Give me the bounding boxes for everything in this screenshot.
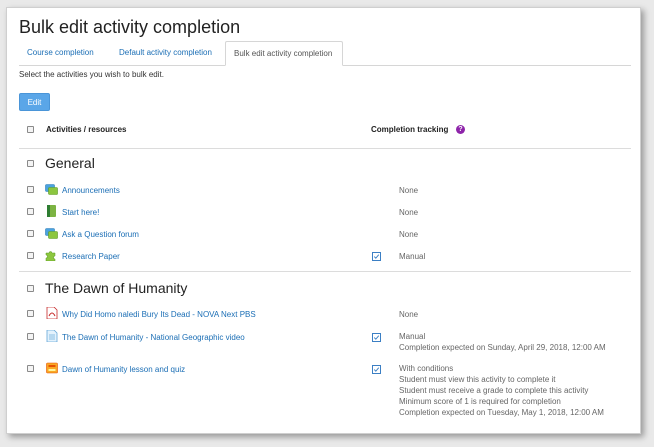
completion-condition-line: Student must receive a grade to complete… — [399, 386, 589, 395]
completion-expected-line: Completion expected on Tuesday, May 1, 2… — [399, 408, 604, 417]
tab-bar: Course completion Default activity compl… — [19, 41, 631, 66]
app-window: Bulk edit activity completion Course com… — [6, 7, 641, 434]
instructions-text: Select the activities you wish to bulk e… — [19, 70, 164, 79]
page-title: Bulk edit activity completion — [19, 17, 241, 37]
activity-checkbox[interactable] — [27, 208, 34, 215]
forum-icon — [45, 184, 58, 195]
edit-button[interactable]: Edit — [19, 93, 50, 111]
completion-status: Manual — [399, 252, 426, 261]
section-checkbox-general[interactable] — [27, 160, 34, 167]
section-divider — [19, 271, 631, 272]
section-checkbox-dawn-of-humanity[interactable] — [27, 285, 34, 292]
activity-link-research-paper[interactable]: Research Paper — [62, 252, 120, 261]
activity-checkbox[interactable] — [27, 333, 34, 340]
conditional-completion-check-icon — [372, 365, 381, 374]
activity-link-lesson-and-quiz[interactable]: Dawn of Humanity lesson and quiz — [62, 365, 185, 374]
activity-checkbox[interactable] — [27, 365, 34, 372]
completion-status: Manual Completion expected on Sunday, Ap… — [399, 331, 606, 353]
section-title-dawn-of-humanity: The Dawn of Humanity — [45, 280, 188, 296]
completion-condition-line: Minimum score of 1 is required for compl… — [399, 397, 561, 406]
completion-tracking-header: Completion tracking — [371, 125, 449, 134]
forum-icon — [45, 228, 58, 239]
activity-link-start-here[interactable]: Start here! — [62, 208, 99, 217]
section-title-general: General — [45, 155, 95, 171]
select-all-checkbox[interactable] — [27, 126, 34, 133]
book-icon — [47, 205, 56, 217]
activities-header: Activities / resources — [46, 125, 127, 134]
completion-status-line: With conditions — [399, 364, 454, 373]
manual-completion-check-icon — [372, 252, 381, 261]
activity-checkbox[interactable] — [27, 310, 34, 317]
manual-completion-check-icon — [372, 333, 381, 342]
page-icon — [46, 330, 58, 342]
completion-status: With conditions Student must view this a… — [399, 363, 604, 418]
completion-status: None — [399, 208, 419, 217]
completion-expected-line: Completion expected on Sunday, April 29,… — [399, 343, 606, 352]
completion-condition-line: Student must view this activity to compl… — [399, 375, 556, 384]
tab-bulk-edit-activity-completion[interactable]: Bulk edit activity completion — [225, 41, 343, 66]
puzzle-icon — [45, 251, 56, 261]
completion-status-line: Manual — [399, 332, 426, 341]
completion-status: None — [399, 230, 419, 239]
completion-status: None — [399, 186, 419, 195]
activity-link-national-geographic-video[interactable]: The Dawn of Humanity - National Geograph… — [62, 333, 245, 342]
activity-checkbox[interactable] — [27, 186, 34, 193]
activity-checkbox[interactable] — [27, 252, 34, 259]
divider — [19, 148, 631, 149]
activity-checkbox[interactable] — [27, 230, 34, 237]
completion-status: None — [399, 310, 419, 319]
tab-course-completion[interactable]: Course completion — [19, 41, 109, 64]
pdf-icon — [46, 307, 58, 319]
tab-default-activity-completion[interactable]: Default activity completion — [111, 41, 223, 64]
activity-link-ask-a-question-forum[interactable]: Ask a Question forum — [62, 230, 139, 239]
activity-link-homo-naledi[interactable]: Why Did Homo naledi Bury Its Dead - NOVA… — [62, 310, 256, 319]
lesson-icon — [46, 362, 58, 374]
activity-link-announcements[interactable]: Announcements — [62, 186, 120, 195]
help-icon[interactable]: ? — [456, 125, 465, 134]
